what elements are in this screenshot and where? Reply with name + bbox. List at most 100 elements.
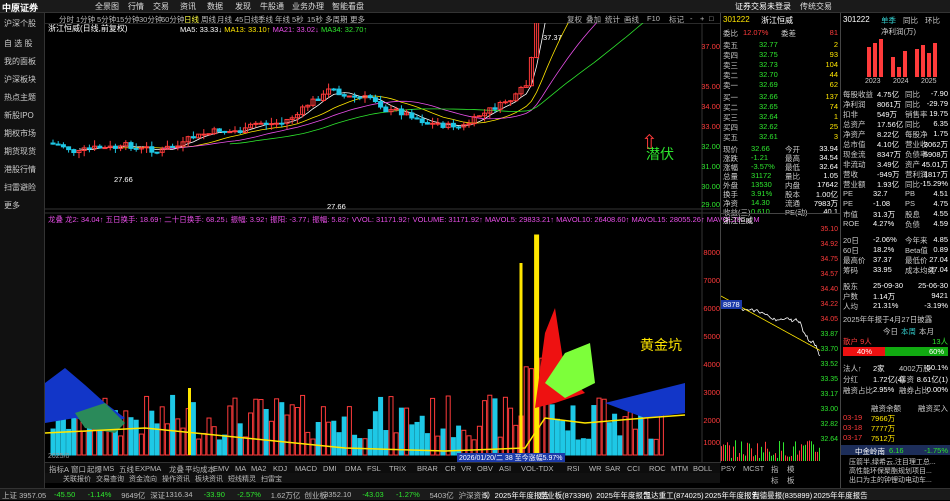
nav-sectors[interactable]: 沪深板块 — [4, 74, 36, 85]
bid-volume: 137 — [825, 92, 838, 101]
indicator-tab[interactable]: VR — [461, 464, 471, 473]
nav-futures[interactable]: 期货现货 — [4, 146, 36, 157]
ma-line — [229, 23, 644, 145]
indicator-tab[interactable]: DMI — [323, 464, 337, 473]
indicator-tab[interactable]: MTM — [671, 464, 688, 473]
profit-bar — [921, 45, 925, 77]
trade-login-status[interactable]: 证券交易未登录 — [735, 1, 791, 12]
nav-hot-topics[interactable]: 热点主题 — [4, 92, 36, 103]
indicator-tab[interactable]: MA — [235, 464, 246, 473]
volume-bar — [315, 421, 321, 456]
bottom-tab[interactable]: 操作资讯 — [162, 474, 190, 484]
indicator-tab[interactable]: TRIX — [389, 464, 406, 473]
f10-button[interactable]: F10 — [647, 14, 660, 23]
zoom-in-button[interactable]: + — [700, 14, 704, 23]
kline-chart[interactable] — [45, 23, 720, 462]
rp-tab[interactable]: 环比 — [925, 15, 940, 26]
menu-discover[interactable]: 发现 — [235, 1, 251, 12]
menu-classic-trade[interactable]: 传统交易 — [800, 1, 832, 12]
volume-bar — [170, 394, 176, 456]
candle-body — [398, 108, 404, 116]
share-value: 9421 — [931, 291, 948, 300]
volume-bar — [81, 430, 87, 456]
nav-hs-stocks[interactable]: 沪深个股 — [4, 18, 36, 29]
indicator-tab[interactable]: EMV — [213, 464, 229, 473]
zoom-out-button[interactable]: - — [690, 14, 693, 23]
nav-risk[interactable]: 扫雷避险 — [4, 182, 36, 193]
rp-tab[interactable]: 同比 — [903, 15, 918, 26]
candle-body — [86, 147, 92, 150]
indicator-tab[interactable]: 模板 — [787, 464, 795, 486]
indicator-tab[interactable]: OBV — [477, 464, 493, 473]
rp-tab[interactable]: 单季 — [881, 15, 896, 26]
maximize-button[interactable]: □ — [709, 14, 714, 23]
bid-volume: 25 — [829, 122, 838, 131]
nav-panel[interactable]: 我的面板 — [4, 56, 36, 67]
bottom-tab[interactable]: 扫雷宝 — [261, 474, 282, 484]
volume-bar — [289, 404, 295, 456]
menu-smart[interactable]: 智能看盘 — [332, 1, 364, 12]
menu-niugu[interactable]: 牛股通 — [260, 1, 284, 12]
intraday-tick: 35.10 — [820, 226, 838, 233]
intraday-vol-bar — [807, 441, 808, 461]
menu-quotes[interactable]: 行情 — [128, 1, 144, 12]
indicator-tab[interactable]: PSY — [721, 464, 736, 473]
nav-hk[interactable]: 港股行情 — [4, 164, 36, 175]
val-value: 32.7 — [873, 189, 888, 198]
indicator-tab[interactable]: MCST — [743, 464, 764, 473]
indicator-tab[interactable]: BOLL — [693, 464, 712, 473]
indicator-tab[interactable]: ROC — [649, 464, 666, 473]
bottom-tab[interactable]: 交易查询 — [96, 474, 124, 484]
vol-tick: 3000 — [703, 388, 720, 397]
indicator-tab[interactable]: MA2 — [251, 464, 266, 473]
status-item: 2025年年度报告 — [704, 491, 759, 500]
indicator-tab[interactable]: RSI — [567, 464, 580, 473]
menu-overview[interactable]: 全景图 — [95, 1, 119, 12]
candle-body — [190, 136, 196, 139]
nav-watchlist[interactable]: 自 选 股 — [4, 38, 32, 49]
bottom-tab[interactable]: 关联报价 — [63, 474, 91, 484]
indicator-tab[interactable]: MACD — [295, 464, 317, 473]
flow-tab[interactable]: 本周 — [901, 326, 916, 337]
status-item: 上证 3957.05 — [2, 491, 47, 500]
bid-price: 32.62 — [759, 122, 778, 131]
indicator-tab[interactable]: VOL-TDX — [521, 464, 554, 473]
bottom-tab[interactable]: 短线精灵 — [228, 474, 256, 484]
indicator-tab[interactable]: BRAR — [417, 464, 438, 473]
indicator-tab[interactable]: DMA — [345, 464, 362, 473]
menu-business[interactable]: 业务办理 — [292, 1, 324, 12]
menu-news[interactable]: 资讯 — [180, 1, 196, 12]
stat-value: 34.54 — [819, 153, 838, 162]
indicator-tab[interactable]: MS — [103, 464, 114, 473]
news-item[interactable]: 出口为主的钟锂动电动车... — [849, 475, 932, 485]
bottom-tab[interactable]: 板块资讯 — [195, 474, 223, 484]
profit-bar — [933, 43, 937, 77]
candle-body — [237, 130, 243, 134]
intraday-tick: 34.92 — [820, 241, 838, 248]
indicator-tab[interactable]: WR — [589, 464, 602, 473]
indicator-tab[interactable]: SAR — [605, 464, 620, 473]
indicator-tab[interactable]: FSL — [367, 464, 381, 473]
volume-bar — [482, 400, 488, 456]
stat-value: 31172 — [751, 171, 772, 180]
indicator-tab[interactable]: EXPMA — [135, 464, 161, 473]
volume-bar — [206, 417, 212, 456]
nav-more[interactable]: 更多 — [4, 200, 20, 211]
indicator-tab[interactable]: ASI — [499, 464, 511, 473]
indicator-tab[interactable]: CR — [445, 464, 456, 473]
volume-bar — [492, 398, 498, 456]
indicator-tab[interactable]: CCI — [627, 464, 640, 473]
bottom-tab[interactable]: 资金流向 — [129, 474, 157, 484]
menu-trade[interactable]: 交易 — [153, 1, 169, 12]
nav-options[interactable]: 期权市场 — [4, 128, 36, 139]
indicator-tab[interactable]: 指标 — [771, 464, 779, 486]
intraday-chart[interactable]: 浙江恒威 8878 35.10 34.92 34.75 34.57 34.40 34.22… — [720, 213, 840, 463]
intraday-vol-bar — [737, 456, 738, 461]
menu-data[interactable]: 数据 — [207, 1, 223, 12]
intraday-vol-bar — [745, 455, 746, 461]
intraday-tick: 34.40 — [820, 286, 838, 293]
margin-date: 03-18 — [843, 423, 863, 432]
flow-tab[interactable]: 今日 — [883, 326, 898, 337]
nav-ipo[interactable]: 新股IPO — [4, 110, 34, 121]
indicator-tab[interactable]: KDJ — [273, 464, 287, 473]
